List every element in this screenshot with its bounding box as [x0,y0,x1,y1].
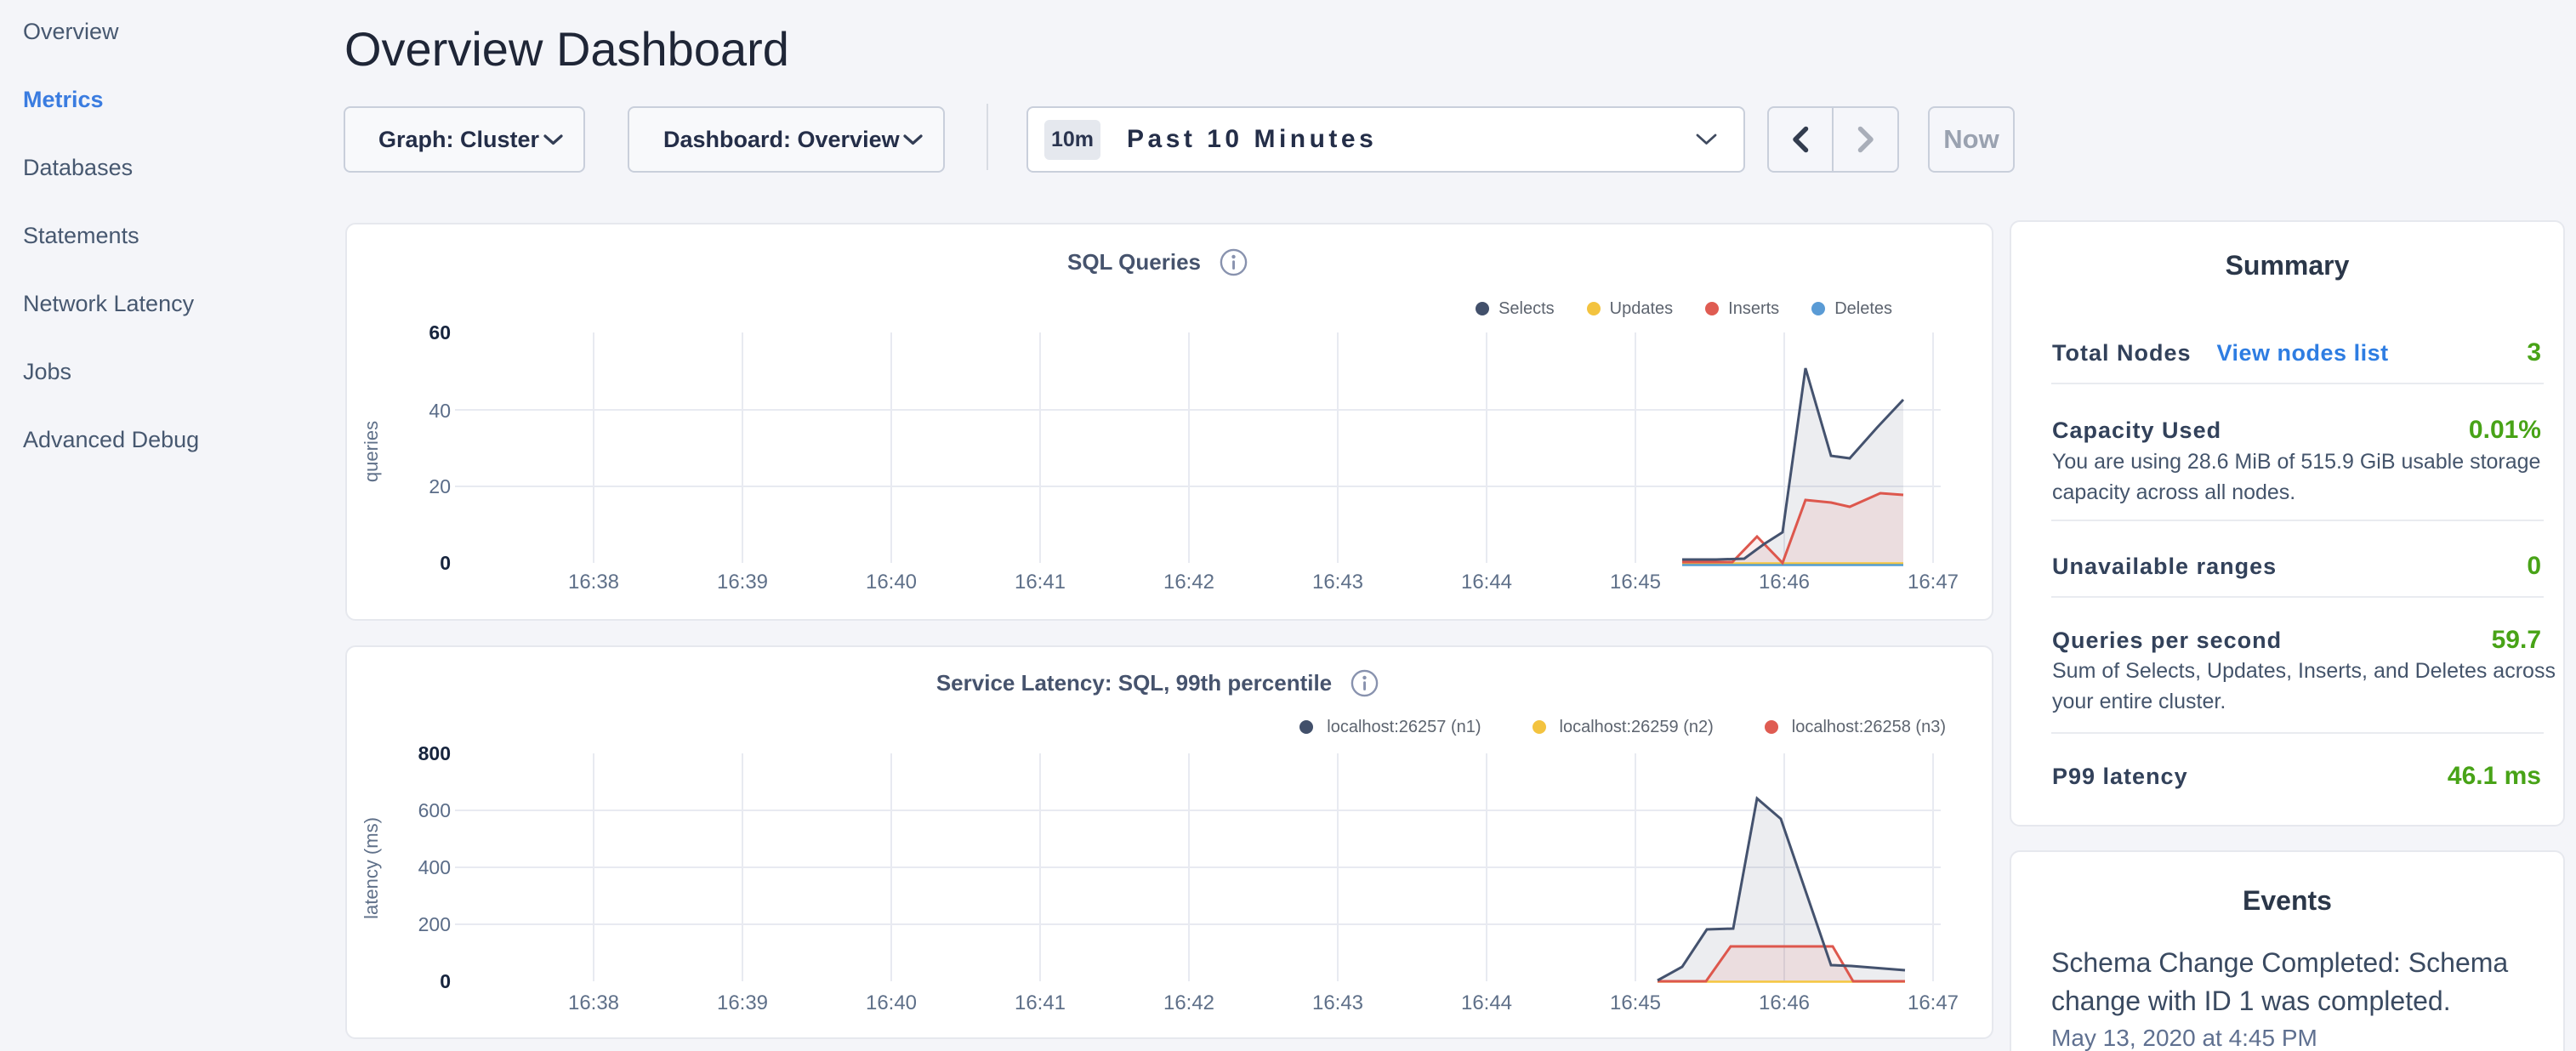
svg-text:16:39: 16:39 [717,571,768,594]
svg-text:16:42: 16:42 [1163,991,1214,1014]
svg-text:16:44: 16:44 [1461,571,1512,594]
svg-text:20: 20 [429,475,451,497]
svg-text:16:39: 16:39 [717,991,768,1014]
svg-text:16:43: 16:43 [1312,571,1363,594]
svg-text:40: 40 [429,400,451,422]
svg-text:0: 0 [440,552,451,574]
svg-text:16:43: 16:43 [1312,991,1363,1014]
svg-text:200: 200 [418,913,451,935]
svg-text:16:38: 16:38 [568,991,619,1014]
svg-text:queries: queries [361,421,382,482]
svg-text:0: 0 [440,970,451,992]
svg-text:800: 800 [418,742,451,764]
svg-text:16:41: 16:41 [1015,571,1066,594]
svg-text:16:46: 16:46 [1759,571,1810,594]
svg-text:16:44: 16:44 [1461,991,1512,1014]
svg-text:60: 60 [429,321,451,344]
svg-text:16:40: 16:40 [866,991,917,1014]
svg-text:16:40: 16:40 [866,571,917,594]
svg-text:16:47: 16:47 [1908,991,1959,1014]
svg-text:16:45: 16:45 [1610,571,1661,594]
svg-text:16:45: 16:45 [1610,991,1661,1014]
svg-text:600: 600 [418,799,451,821]
svg-text:16:47: 16:47 [1908,571,1959,594]
svg-text:16:46: 16:46 [1759,991,1810,1014]
svg-text:16:38: 16:38 [568,571,619,594]
svg-text:400: 400 [418,856,451,878]
svg-text:latency (ms): latency (ms) [361,817,382,919]
svg-text:16:41: 16:41 [1015,991,1066,1014]
svg-text:16:42: 16:42 [1163,571,1214,594]
